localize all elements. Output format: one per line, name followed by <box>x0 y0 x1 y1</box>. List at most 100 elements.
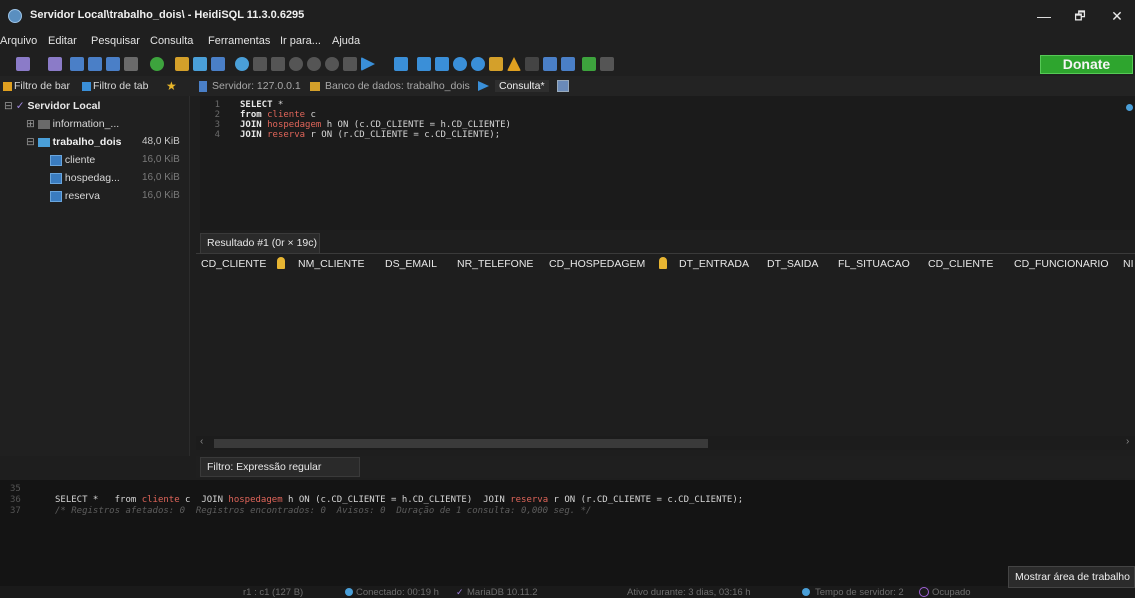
editor-marker-icon <box>1126 104 1133 111</box>
database-tree: ⊟ ✓ Servidor Local ⊞ information_... ⊟ t… <box>0 96 190 456</box>
search-icon[interactable] <box>471 57 485 71</box>
warning-icon[interactable] <box>507 57 521 71</box>
menu-pesquisar[interactable]: Pesquisar <box>91 35 140 47</box>
scroll-right-icon[interactable]: › <box>1126 436 1129 447</box>
table-icon <box>50 172 62 184</box>
star-icon[interactable]: ★ <box>166 79 177 93</box>
collapse-icon[interactable]: ⊟ <box>26 136 35 148</box>
code-line: JOIN hospedagem h ON (c.CD_CLIENTE = h.C… <box>240 120 511 130</box>
status-position: r1 : c1 (127 B) <box>243 587 304 598</box>
sql-editor[interactable]: 1 2 3 4 SELECT * from cliente c JOIN hos… <box>200 96 1135 230</box>
line-number: 3 <box>214 120 220 130</box>
tree-item-cliente[interactable]: cliente 16,0 KiB <box>50 154 186 172</box>
column-header[interactable]: NM_CLIENTE <box>298 258 365 270</box>
copy-icon[interactable] <box>70 57 84 71</box>
column-header[interactable]: CD_CLIENTE <box>201 258 266 270</box>
help-icon[interactable] <box>235 57 249 71</box>
tab-server[interactable]: Servidor: 127.0.0.1 <box>212 80 301 92</box>
database-filter[interactable]: Filtro de bar <box>14 80 70 92</box>
tree-root[interactable]: ⊟ ✓ Servidor Local <box>4 100 100 118</box>
clock-icon <box>802 588 810 596</box>
commit-icon[interactable] <box>561 57 575 71</box>
table-icon <box>50 154 62 166</box>
menu-consulta[interactable]: Consulta <box>150 35 193 47</box>
undo-icon[interactable] <box>106 57 120 71</box>
delete-record-icon[interactable] <box>307 57 321 71</box>
toolbar <box>0 52 1135 76</box>
find-icon[interactable] <box>453 57 467 71</box>
column-header[interactable]: CD_HOSPEDAGEM <box>549 258 645 270</box>
close-button[interactable]: ✕ <box>1094 0 1135 32</box>
paste-icon[interactable] <box>88 57 102 71</box>
new-tab-icon[interactable] <box>557 80 569 92</box>
column-header[interactable]: DS_EMAIL <box>385 258 437 270</box>
wrap-icon[interactable] <box>543 57 557 71</box>
menu-ajuda[interactable]: Ajuda <box>332 35 360 47</box>
menu-ferramentas[interactable]: Ferramentas <box>208 35 270 47</box>
table-filter[interactable]: Filtro de tab <box>93 80 148 92</box>
export-icon[interactable] <box>211 57 225 71</box>
connected-icon <box>345 588 353 596</box>
sql-log[interactable]: 35 36 37 SELECT * from cliente c JOIN ho… <box>0 480 1135 586</box>
log-line-number: 35 <box>10 484 21 494</box>
line-number: 4 <box>214 130 220 140</box>
disconnect-icon[interactable] <box>48 57 62 71</box>
explain-icon[interactable] <box>525 57 539 71</box>
print-icon[interactable] <box>124 57 138 71</box>
menu-ir-para[interactable]: Ir para... <box>280 35 321 47</box>
scrollbar-thumb[interactable] <box>214 439 708 448</box>
first-record-icon[interactable] <box>253 57 267 71</box>
column-header[interactable]: FL_SITUACAO <box>838 258 910 270</box>
cancel-record-icon[interactable] <box>343 57 357 71</box>
result-tab[interactable]: Resultado #1 (0r × 19c) <box>200 233 320 253</box>
tab-database[interactable]: Banco de dados: trabalho_dois <box>325 80 470 92</box>
column-header[interactable]: NR_TELEFONE <box>457 258 533 270</box>
status-server: MariaDB 10.11.2 <box>467 587 538 598</box>
menu-editar[interactable]: Editar <box>48 35 77 47</box>
menu-arquivo[interactable]: Arquivo <box>0 35 37 47</box>
primary-key-icon <box>659 257 667 269</box>
scroll-left-icon[interactable]: ‹ <box>200 436 203 447</box>
save-sql-icon[interactable] <box>435 57 449 71</box>
tree-root-label: Servidor Local <box>27 100 101 112</box>
maintenance-icon[interactable] <box>193 57 207 71</box>
result-grid[interactable] <box>196 253 1135 436</box>
column-header[interactable]: CD_CLIENTE <box>928 258 993 270</box>
load-sql-icon[interactable] <box>417 57 431 71</box>
post-record-icon[interactable] <box>325 57 339 71</box>
column-header[interactable]: CD_FUNCIONARIO <box>1014 258 1109 270</box>
transaction-icon[interactable] <box>582 57 596 71</box>
connect-icon[interactable] <box>16 57 30 71</box>
tree-item-reserva[interactable]: reserva 16,0 KiB <box>50 190 186 208</box>
column-header[interactable]: DT_ENTRADA <box>679 258 749 270</box>
expand-icon[interactable]: ⊞ <box>26 118 35 130</box>
refresh-icon[interactable] <box>150 57 164 71</box>
tree-item-trabalho-dois[interactable]: ⊟ trabalho_dois 48,0 KiB <box>26 136 186 154</box>
tree-item-hospedagem[interactable]: hospedag... 16,0 KiB <box>50 172 186 190</box>
heidisql-app-icon <box>8 9 22 23</box>
tab-query[interactable]: Consulta* <box>495 80 549 92</box>
filter-input[interactable]: Filtro: Expressão regular <box>200 457 360 477</box>
tree-item-label: trabalho_dois <box>52 136 122 148</box>
user-manager-icon[interactable] <box>175 57 189 71</box>
insert-record-icon[interactable] <box>289 57 303 71</box>
server-root-icon: ✓ <box>15 100 25 112</box>
mariadb-icon: ✓ <box>456 587 464 597</box>
stop-icon[interactable] <box>600 57 614 71</box>
column-header[interactable]: DT_SAIDA <box>767 258 818 270</box>
run-query-icon[interactable] <box>361 57 375 71</box>
donate-button[interactable]: Donate <box>1040 55 1133 74</box>
column-header[interactable]: NI <box>1123 258 1134 270</box>
tree-item-information-schema[interactable]: ⊞ information_... <box>26 118 119 136</box>
primary-key-icon <box>277 257 285 269</box>
last-record-icon[interactable] <box>271 57 285 71</box>
show-desktop-tooltip: Mostrar área de trabalho <box>1008 566 1135 588</box>
status-server-time: Tempo de servidor: 2 <box>815 587 904 598</box>
tree-item-label: cliente <box>64 154 96 166</box>
collapse-icon[interactable]: ⊟ <box>4 100 13 112</box>
tree-item-label: information_... <box>52 118 120 130</box>
beautify-icon[interactable] <box>489 57 503 71</box>
log-line-number: 37 <box>10 506 21 516</box>
new-query-tab-icon[interactable] <box>394 57 408 71</box>
database-filter-icon <box>3 82 12 91</box>
